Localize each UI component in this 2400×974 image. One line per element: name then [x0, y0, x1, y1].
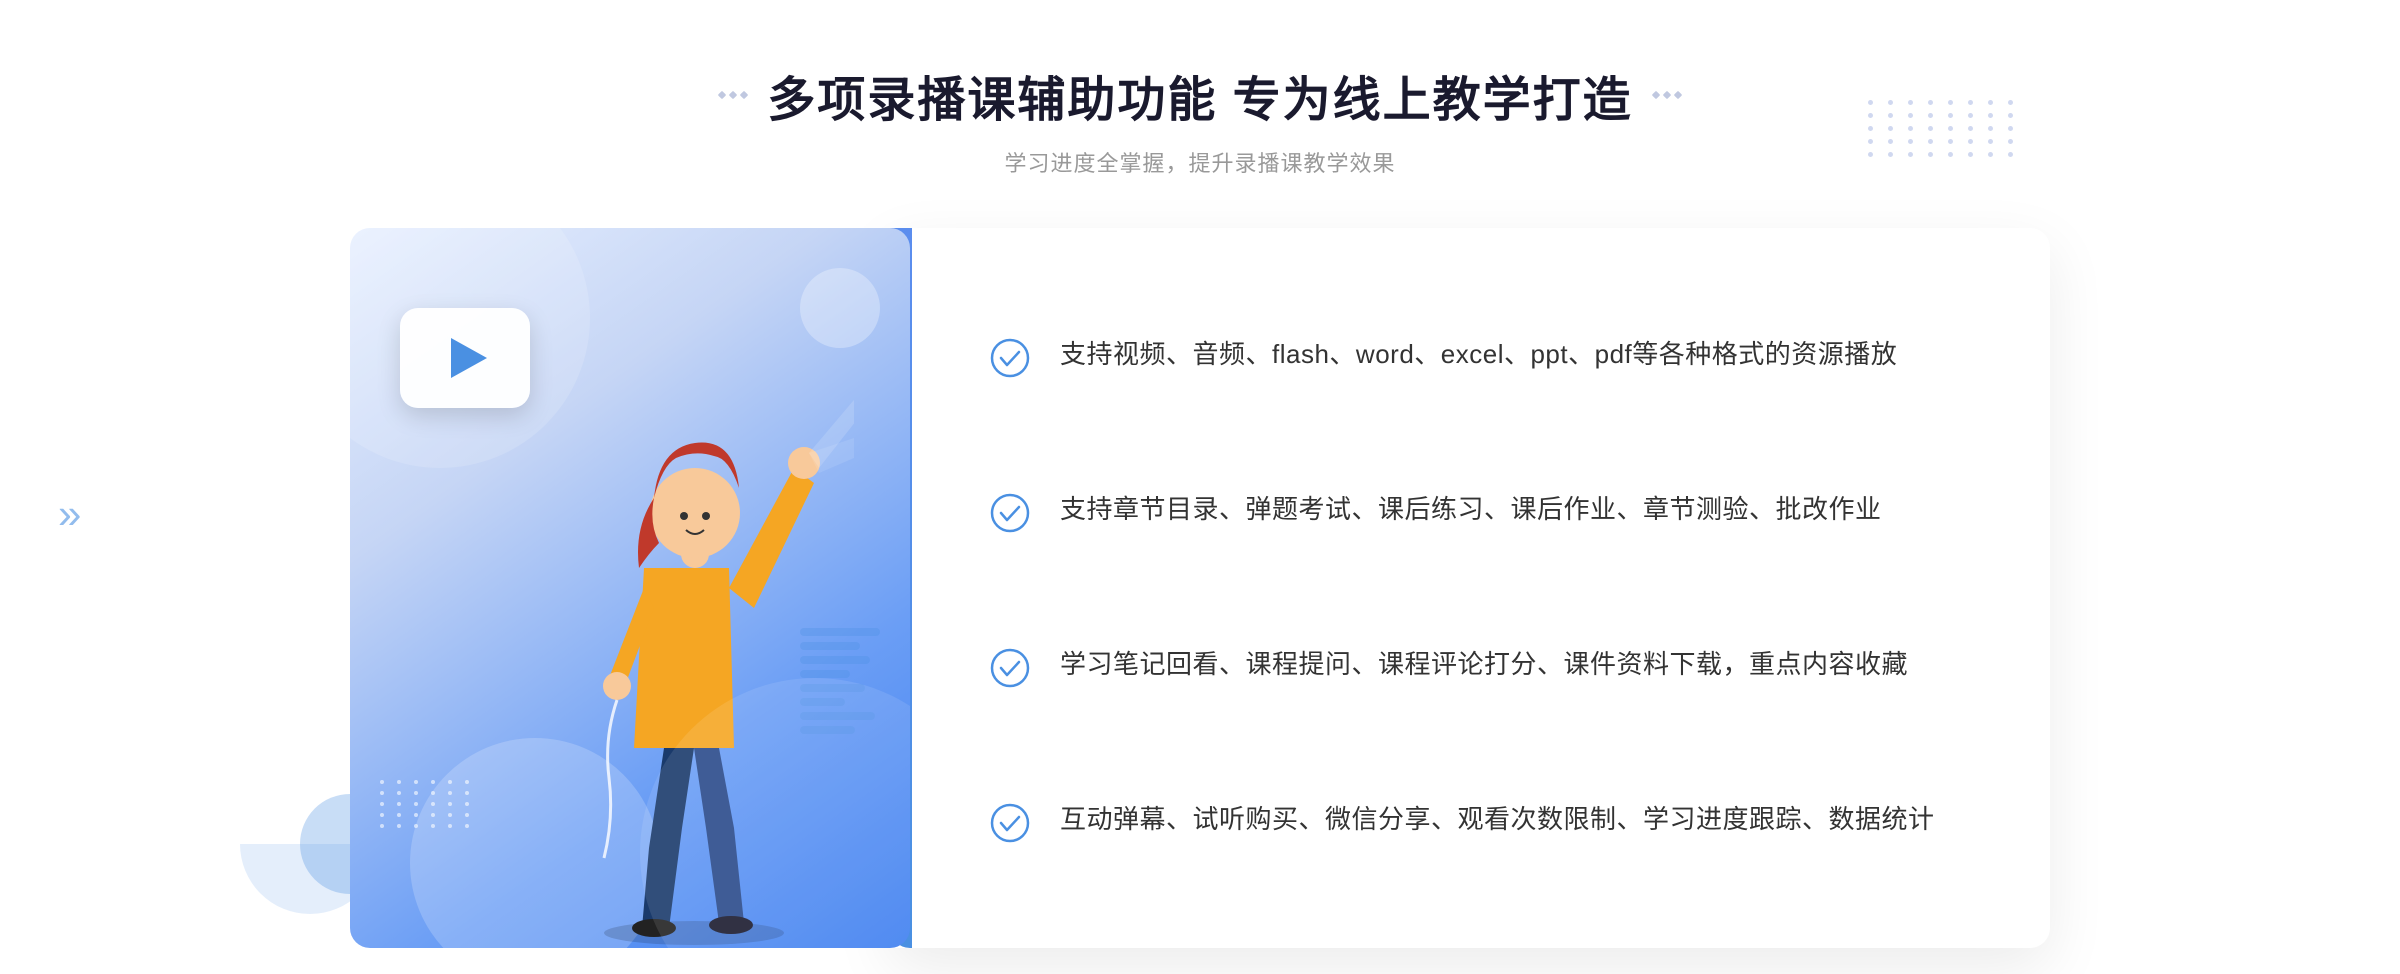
feature-text-3: 学习笔记回看、课程提问、课程评论打分、课件资料下载，重点内容收藏: [1060, 644, 1908, 686]
person-figure: [534, 368, 854, 948]
check-circle-icon-3: [990, 648, 1030, 688]
feature-item-2: 支持章节目录、弹题考试、课后练习、课后作业、章节测验、批改作业: [990, 469, 1970, 553]
feature-text-1: 支持视频、音频、flash、word、excel、ppt、pdf等各种格式的资源…: [1060, 334, 1897, 376]
main-title: 多项录播课辅助功能 专为线上教学打造: [767, 60, 1632, 130]
features-card: 支持视频、音频、flash、word、excel、ppt、pdf等各种格式的资源…: [890, 228, 2050, 948]
page-wrapper: » 多项录播课辅助功能 专为线上教学打造 学习进度全掌握，提升录播课教学效果: [0, 0, 2400, 974]
play-bubble: [400, 308, 530, 408]
header-section: 多项录播课辅助功能 专为线上教学打造 学习进度全掌握，提升录播课教学效果: [719, 60, 1680, 178]
feature-item-3: 学习笔记回看、课程提问、课程评论打分、课件资料下载，重点内容收藏: [990, 624, 1970, 708]
feature-text-2: 支持章节目录、弹题考试、课后练习、课后作业、章节测验、批改作业: [1060, 489, 1882, 531]
check-circle-icon-4: [990, 803, 1030, 843]
content-area: 支持视频、音频、flash、word、excel、ppt、pdf等各种格式的资源…: [350, 228, 2050, 948]
check-circle-icon-1: [990, 338, 1030, 378]
dot-pattern-right: [1868, 100, 2020, 157]
feature-item-1: 支持视频、音频、flash、word、excel、ppt、pdf等各种格式的资源…: [990, 314, 1970, 398]
chevron-left-decoration: »: [58, 490, 81, 538]
feature-text-4: 互动弹幕、试听购买、微信分享、观看次数限制、学习进度跟踪、数据统计: [1060, 799, 1935, 841]
illustration-card: [350, 228, 910, 948]
illus-circle-small: [800, 268, 880, 348]
title-decoration-right: [1653, 92, 1681, 98]
feature-item-4: 互动弹幕、试听购买、微信分享、观看次数限制、学习进度跟踪、数据统计: [990, 779, 1970, 863]
title-decoration-left: [719, 92, 747, 98]
check-circle-icon-2: [990, 493, 1030, 533]
subtitle: 学习进度全掌握，提升录播课教学效果: [719, 146, 1680, 178]
title-row: 多项录播课辅助功能 专为线上教学打造: [719, 60, 1680, 130]
play-triangle-icon: [451, 338, 487, 378]
